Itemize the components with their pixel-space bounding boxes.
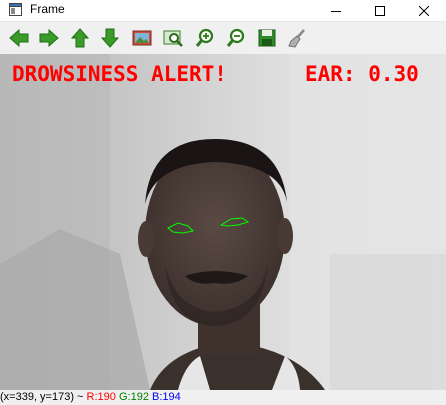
pixel-red-value: R:190 (86, 391, 116, 403)
zoom-in-icon (195, 28, 214, 47)
toolbar (0, 22, 446, 54)
pan-up-button[interactable] (67, 25, 93, 51)
app-window-icon (9, 3, 22, 16)
arrow-left-icon (9, 28, 29, 48)
pan-left-button[interactable] (6, 25, 32, 51)
save-button[interactable] (254, 25, 280, 51)
zoom-out-icon (226, 28, 245, 47)
ear-value-text: EAR: 0.30 (305, 62, 419, 86)
properties-button[interactable] (284, 25, 310, 51)
pixel-green-value: G:192 (118, 391, 149, 403)
arrow-up-icon (70, 28, 90, 48)
cursor-coordinates: (x=339, y=173) ~ (0, 391, 84, 403)
zoom-in-button[interactable] (192, 25, 218, 51)
zoom-out-button[interactable] (223, 25, 249, 51)
minimize-button[interactable] (314, 0, 358, 21)
window-title: Frame (30, 2, 65, 16)
pan-right-button[interactable] (36, 25, 62, 51)
title-bar: Frame (0, 0, 446, 22)
zoom-fit-button[interactable] (129, 25, 155, 51)
drowsiness-alert-text: DROWSINESS ALERT! (12, 62, 227, 86)
video-frame: DROWSINESS ALERT! EAR: 0.30 (0, 54, 446, 390)
pan-down-button[interactable] (97, 25, 123, 51)
minimize-icon (331, 10, 341, 12)
save-icon (258, 29, 276, 47)
maximize-icon (375, 5, 385, 16)
close-button[interactable] (402, 0, 446, 21)
arrow-right-icon (39, 28, 59, 48)
zoom-region-button[interactable] (160, 25, 186, 51)
webcam-image (0, 54, 446, 390)
pixel-blue-value: B:194 (152, 391, 181, 403)
image-icon (132, 30, 152, 46)
arrow-down-icon (100, 28, 120, 48)
zoom-region-icon (163, 30, 183, 47)
status-bar: (x=339, y=173) ~ R:190 G:192 B:194 (0, 390, 446, 405)
brush-icon (288, 29, 305, 48)
close-icon (419, 5, 429, 16)
maximize-button[interactable] (358, 0, 402, 21)
